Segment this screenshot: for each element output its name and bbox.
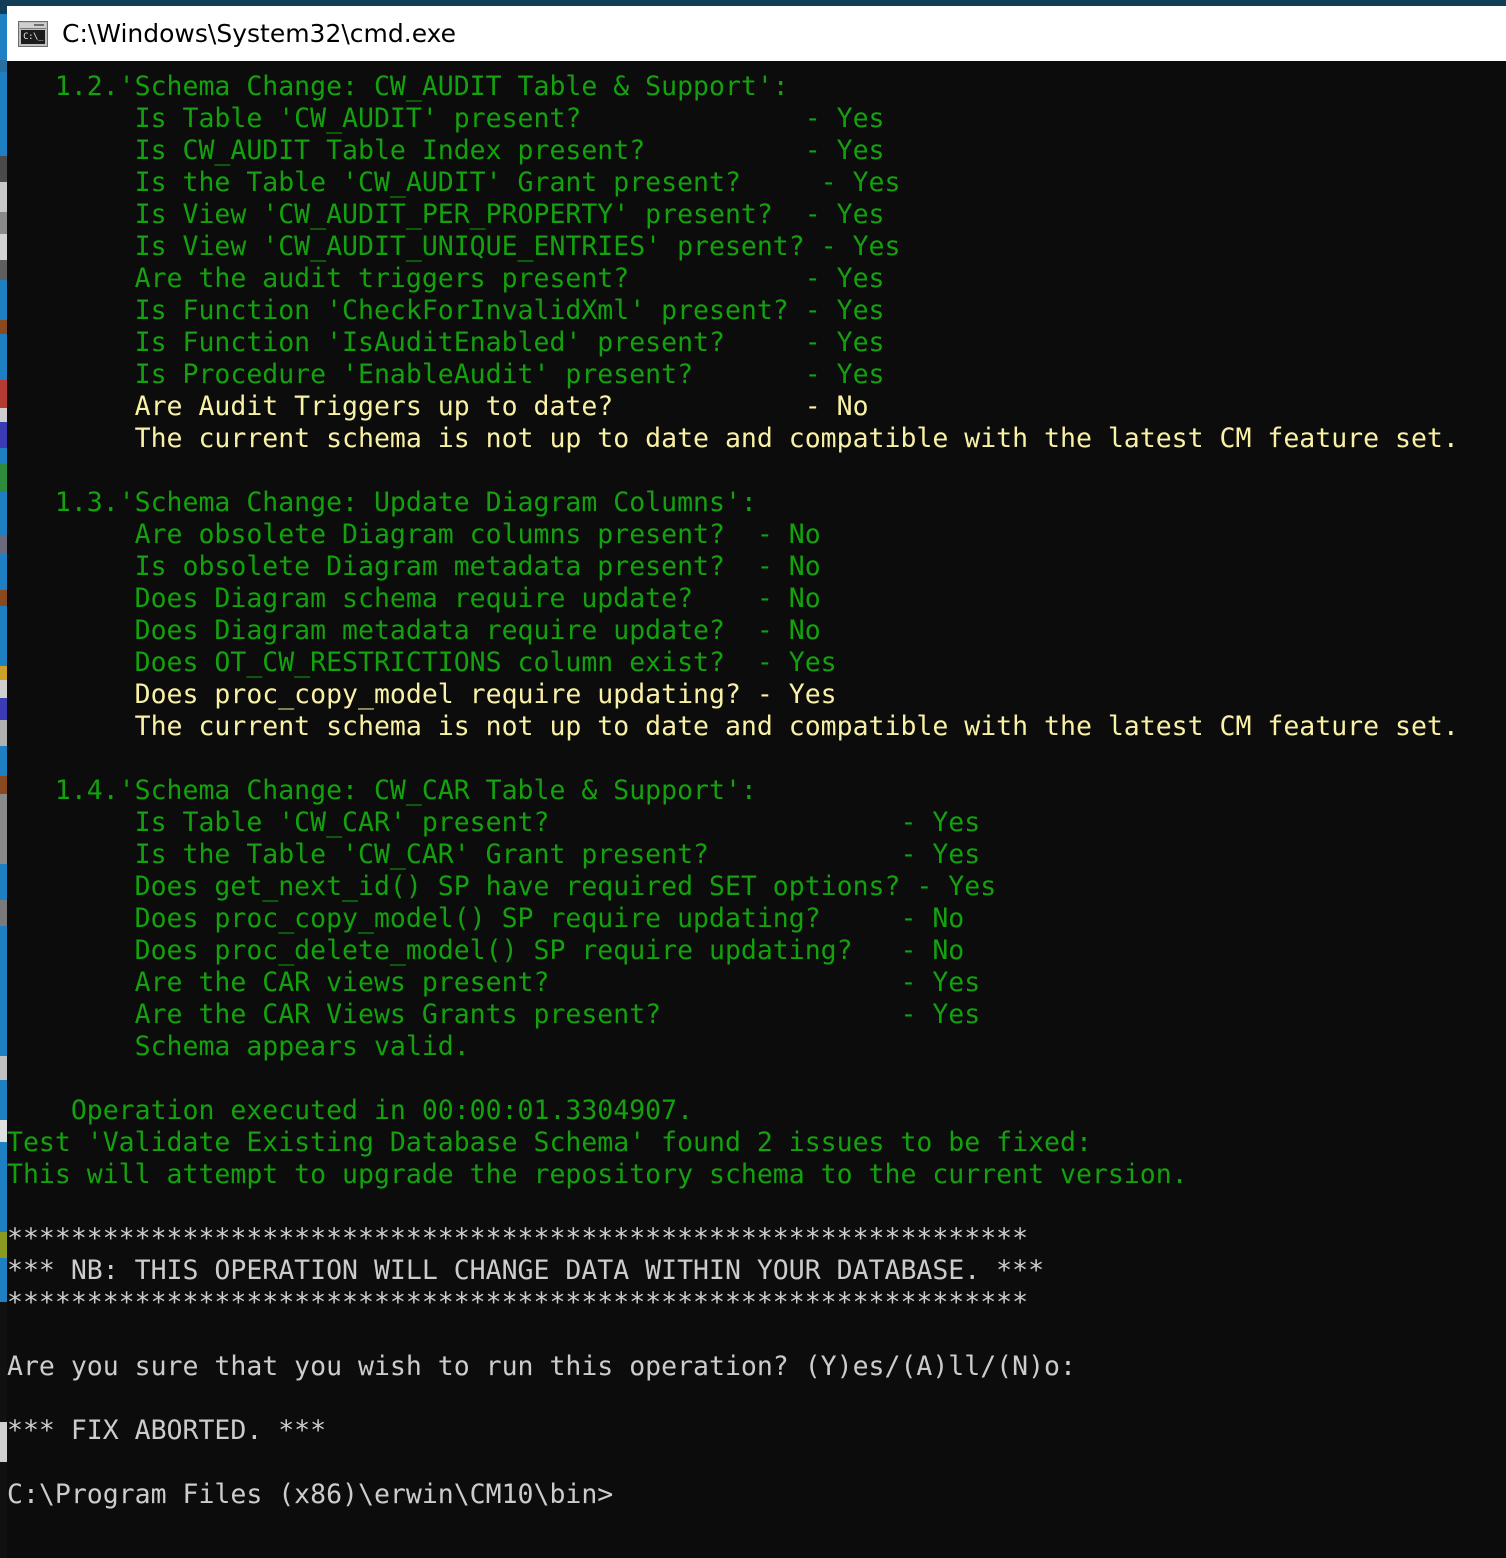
background-colour-band: [0, 280, 7, 320]
console-line: Are Audit Triggers up to date? - No: [7, 391, 869, 422]
background-colour-band: [0, 900, 7, 926]
background-colour-band: [0, 794, 7, 864]
window-title: C:\Windows\System32\cmd.exe: [62, 18, 457, 48]
console-line: C:\Program Files (x86)\erwin\CM10\bin>: [7, 1479, 614, 1510]
background-colour-band: [0, 680, 7, 698]
background-colour-band: [0, 260, 7, 280]
background-window-sliver: [0, 0, 7, 1558]
background-colour-band: [0, 776, 7, 794]
console-line: Operation executed in 00:00:01.3304907.: [7, 1095, 694, 1126]
console-line: Are the CAR Views Grants present? - Yes: [7, 999, 981, 1030]
background-colour-band: [0, 422, 7, 448]
console-line: The current schema is not up to date and…: [7, 423, 1459, 454]
console-line: ****************************************…: [7, 1223, 1029, 1254]
background-colour-band: [0, 464, 7, 492]
console-line: Does Diagram schema require update? - No: [7, 583, 821, 614]
background-colour-band: [0, 606, 7, 666]
background-colour-band: [0, 1302, 7, 1422]
cmd-console-window: C:\_ C:\Windows\System32\cmd.exe 1.2.'Sc…: [7, 0, 1506, 1558]
console-line: *** FIX ABORTED. ***: [7, 1415, 327, 1446]
console-line: Is Table 'CW_CAR' present? - Yes: [7, 807, 981, 838]
background-colour-band: [0, 320, 7, 334]
background-colour-band: [0, 1462, 7, 1558]
console-line: Are you sure that you wish to run this o…: [7, 1351, 1076, 1382]
console-line: Is Procedure 'EnableAudit' present? - Ye…: [7, 359, 885, 390]
background-colour-band: [0, 182, 7, 212]
background-colour-band: [0, 590, 7, 606]
background-colour-band: [0, 60, 7, 72]
cmd-console-icon: C:\_: [18, 20, 48, 47]
console-line: Does OT_CW_RESTRICTIONS column exist? - …: [7, 647, 837, 678]
icon-titlebar-stripe: [20, 22, 46, 29]
console-line: Are the CAR views present? - Yes: [7, 967, 981, 998]
background-colour-band: [0, 14, 7, 60]
console-line: Does Diagram metadata require update? - …: [7, 615, 821, 646]
console-text-buffer: 1.2.'Schema Change: CW_AUDIT Table & Sup…: [7, 61, 1506, 1511]
background-colour-band: [0, 698, 7, 720]
console-line: ****************************************…: [7, 1287, 1029, 1318]
console-line: Is Function 'CheckForInvalidXml' present…: [7, 295, 885, 326]
console-line: Is the Table 'CW_AUDIT' Grant present? -…: [7, 167, 901, 198]
background-colour-band: [0, 408, 7, 422]
background-colour-band: [0, 926, 7, 1056]
console-line: Is CW_AUDIT Table Index present? - Yes: [7, 135, 885, 166]
console-line: Does proc_copy_model require updating? -…: [7, 679, 837, 710]
background-colour-band: [0, 1422, 7, 1462]
console-line: The current schema is not up to date and…: [7, 711, 1459, 742]
console-line: Does get_next_id() SP have required SET …: [7, 871, 997, 902]
console-line: Does proc_delete_model() SP require upda…: [7, 935, 965, 966]
background-colour-band: [0, 234, 7, 260]
console-line: 1.3.'Schema Change: Update Diagram Colum…: [7, 487, 757, 518]
background-colour-band: [0, 1120, 7, 1142]
background-colour-band: [0, 1080, 7, 1120]
console-line: Is the Table 'CW_CAR' Grant present? - Y…: [7, 839, 981, 870]
console-line: Is Table 'CW_AUDIT' present? - Yes: [7, 103, 885, 134]
background-colour-band: [0, 536, 7, 554]
background-colour-band: [0, 1232, 7, 1258]
console-line: Does proc_copy_model() SP require updati…: [7, 903, 965, 934]
background-colour-band: [0, 1142, 7, 1232]
console-line: Are the audit triggers present? - Yes: [7, 263, 885, 294]
background-colour-band: [0, 72, 7, 156]
background-colour-band: [0, 1056, 7, 1080]
console-line: Are obsolete Diagram columns present? - …: [7, 519, 821, 550]
background-colour-band: [0, 380, 7, 408]
console-line: Is Function 'IsAuditEnabled' present? - …: [7, 327, 885, 358]
console-output-area[interactable]: 1.2.'Schema Change: CW_AUDIT Table & Sup…: [7, 61, 1506, 1558]
background-colour-band: [0, 666, 7, 680]
title-bar[interactable]: C:\_ C:\Windows\System32\cmd.exe: [7, 6, 1506, 61]
console-line: This will attempt to upgrade the reposit…: [7, 1159, 1188, 1190]
background-colour-band: [0, 0, 7, 14]
console-line: *** NB: THIS OPERATION WILL CHANGE DATA …: [7, 1255, 1045, 1286]
background-colour-band: [0, 212, 7, 234]
background-colour-band: [0, 492, 7, 536]
background-colour-band: [0, 334, 7, 380]
icon-prompt-glyph: C:\_: [21, 29, 45, 44]
background-colour-band: [0, 156, 7, 182]
background-colour-band: [0, 720, 7, 746]
console-line: 1.2.'Schema Change: CW_AUDIT Table & Sup…: [7, 71, 789, 102]
background-colour-band: [0, 448, 7, 464]
console-line: Test 'Validate Existing Database Schema'…: [7, 1127, 1092, 1158]
console-line: 1.4.'Schema Change: CW_CAR Table & Suppo…: [7, 775, 757, 806]
console-line: Is obsolete Diagram metadata present? - …: [7, 551, 821, 582]
background-colour-band: [0, 864, 7, 900]
console-line: Is View 'CW_AUDIT_UNIQUE_ENTRIES' presen…: [7, 231, 901, 262]
background-colour-band: [0, 1258, 7, 1302]
background-colour-band: [0, 554, 7, 590]
console-line: Schema appears valid.: [7, 1031, 470, 1062]
console-line: Is View 'CW_AUDIT_PER_PROPERTY' present?…: [7, 199, 885, 230]
background-colour-band: [0, 746, 7, 776]
